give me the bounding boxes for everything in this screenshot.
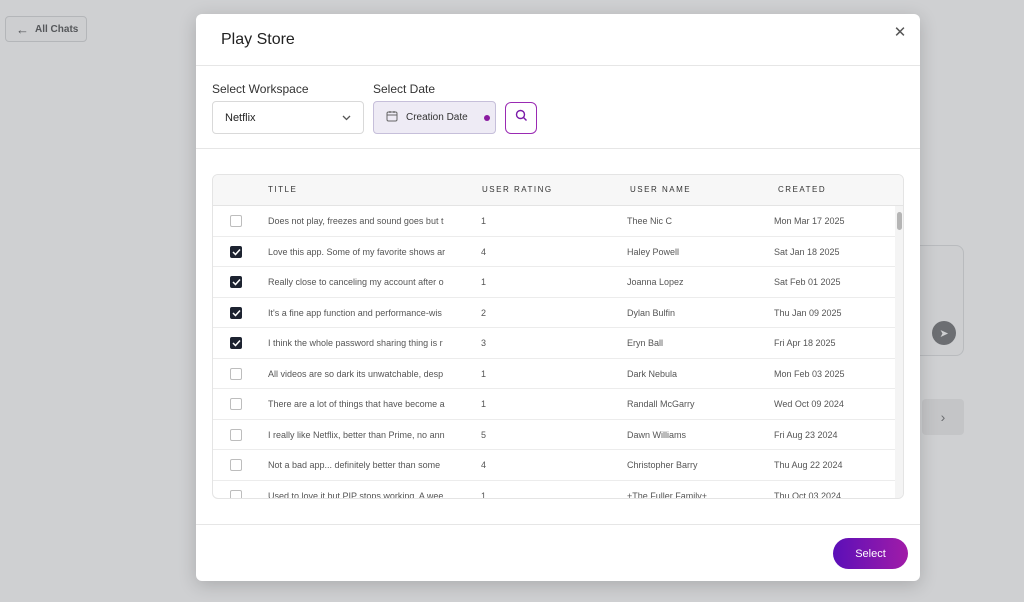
creation-date-label: Creation Date: [406, 112, 468, 123]
cell-title: All videos are so dark its unwatchable, …: [268, 368, 444, 379]
cell-created: Sat Feb 01 2025: [774, 277, 841, 287]
modal-header: Play Store ✕: [196, 14, 920, 66]
table-body: Does not play, freezes and sound goes bu…: [213, 206, 903, 498]
cell-title: I think the whole password sharing thing…: [268, 338, 443, 348]
send-icon[interactable]: ➤: [932, 321, 956, 345]
table-row[interactable]: Really close to canceling my account aft…: [213, 267, 895, 298]
chevron-down-icon: [342, 113, 351, 123]
cell-user-rating: 4: [481, 460, 487, 470]
table-scrollbar[interactable]: [895, 206, 903, 498]
header-user-name: USER NAME: [630, 185, 692, 194]
cell-title: Love this app. Some of my favorite shows…: [268, 246, 446, 257]
row-checkbox[interactable]: [230, 245, 242, 258]
table-row[interactable]: I think the whole password sharing thing…: [213, 328, 895, 359]
search-icon: [515, 109, 528, 127]
table-row[interactable]: Not a bad app... definitely better than …: [213, 450, 895, 481]
table-row[interactable]: There are a lot of things that have beco…: [213, 389, 895, 420]
cell-user-rating: 1: [481, 399, 487, 409]
cell-title: I really like Netflix, better than Prime…: [268, 429, 445, 440]
cell-user-name: +The Fuller Family+: [627, 490, 708, 499]
check-icon: [231, 339, 241, 347]
cell-user-name: Eryn Ball: [627, 338, 664, 348]
check-icon: [231, 248, 241, 256]
row-checkbox[interactable]: [230, 367, 242, 380]
cell-user-name: Joanna Lopez: [627, 277, 684, 287]
cell-created: Mon Mar 17 2025: [774, 216, 845, 226]
row-checkbox[interactable]: [230, 276, 242, 288]
arrow-left-icon: ←: [16, 21, 29, 37]
reviews-table: TITLE USER RATING USER NAME CREATED Does…: [212, 174, 904, 499]
workspace-label: Select Workspace: [212, 82, 309, 96]
table-row[interactable]: It's a fine app function and performance…: [213, 298, 895, 328]
cell-title: Used to love it but PIP stops working. A…: [268, 490, 444, 499]
scroll-thumb[interactable]: [897, 212, 902, 230]
cell-title: Really close to canceling my account aft…: [268, 277, 444, 287]
creation-date-button[interactable]: Creation Date: [373, 101, 496, 134]
header-user-rating: USER RATING: [482, 185, 553, 194]
search-button[interactable]: [505, 102, 537, 134]
table-row[interactable]: Used to love it but PIP stops working. A…: [213, 481, 895, 499]
cell-user-name: Thee Nic C: [627, 216, 673, 226]
cell-user-name: Christopher Barry: [627, 460, 698, 470]
check-icon: [231, 309, 241, 317]
close-icon[interactable]: ✕: [892, 24, 908, 41]
cell-user-rating: 5: [481, 429, 487, 440]
cell-user-rating: 2: [481, 307, 487, 318]
row-checkbox[interactable]: [230, 428, 242, 441]
select-button[interactable]: Select: [833, 538, 908, 569]
cell-user-name: Haley Powell: [627, 246, 680, 257]
cell-user-name: Dark Nebula: [627, 368, 678, 379]
cell-user-name: Dylan Bulfin: [627, 307, 676, 318]
cell-title: Does not play, freezes and sound goes bu…: [268, 216, 444, 226]
calendar-icon: [386, 110, 398, 125]
cell-user-rating: 4: [481, 246, 487, 257]
table-row[interactable]: I really like Netflix, better than Prime…: [213, 420, 895, 450]
cell-created: Thu Jan 09 2025: [774, 307, 842, 318]
modal-title: Play Store: [221, 30, 295, 48]
table-row[interactable]: All videos are so dark its unwatchable, …: [213, 359, 895, 389]
chevron-right-icon[interactable]: ›: [922, 399, 964, 435]
row-checkbox[interactable]: [230, 337, 242, 349]
date-indicator-dot: [483, 114, 490, 121]
cell-user-name: Randall McGarry: [627, 399, 695, 409]
cell-user-name: Dawn Williams: [627, 429, 687, 440]
row-checkbox[interactable]: [230, 306, 242, 319]
cell-user-rating: 1: [481, 368, 487, 379]
cell-created: Mon Feb 03 2025: [774, 368, 845, 379]
filters-section: Select Workspace Select Date Netflix Cre…: [196, 66, 920, 149]
table-row[interactable]: Does not play, freezes and sound goes bu…: [213, 206, 895, 237]
date-label: Select Date: [373, 82, 436, 96]
workspace-select[interactable]: Netflix: [212, 101, 364, 134]
cell-user-rating: 1: [481, 216, 487, 226]
cell-created: Wed Oct 09 2024: [774, 399, 844, 409]
cell-title: Not a bad app... definitely better than …: [268, 460, 441, 470]
cell-created: Sat Jan 18 2025: [774, 246, 840, 257]
header-title: TITLE: [268, 185, 298, 194]
row-checkbox[interactable]: [230, 215, 242, 227]
cell-created: Fri Aug 23 2024: [774, 429, 838, 440]
all-chats-button[interactable]: ← All Chats: [5, 16, 87, 42]
cell-created: Fri Apr 18 2025: [774, 338, 836, 348]
all-chats-label: All Chats: [35, 23, 79, 35]
cell-created: Thu Aug 22 2024: [774, 460, 843, 470]
row-checkbox[interactable]: [230, 489, 242, 498]
cell-title: There are a lot of things that have beco…: [268, 399, 445, 409]
cell-user-rating: 1: [481, 277, 487, 287]
row-checkbox[interactable]: [230, 398, 242, 410]
row-checkbox[interactable]: [230, 459, 242, 471]
workspace-value: Netflix: [225, 111, 256, 124]
play-store-modal: Play Store ✕ Select Workspace Select Dat…: [196, 14, 920, 581]
table-header: TITLE USER RATING USER NAME CREATED: [213, 175, 903, 206]
modal-footer: Select: [196, 524, 920, 581]
header-created: CREATED: [778, 185, 827, 194]
check-icon: [231, 278, 241, 286]
table-row[interactable]: Love this app. Some of my favorite shows…: [213, 237, 895, 267]
cell-user-rating: 3: [481, 338, 487, 348]
cell-user-rating: 1: [481, 490, 487, 499]
cell-created: Thu Oct 03 2024: [774, 490, 842, 499]
cell-title: It's a fine app function and performance…: [268, 307, 442, 318]
